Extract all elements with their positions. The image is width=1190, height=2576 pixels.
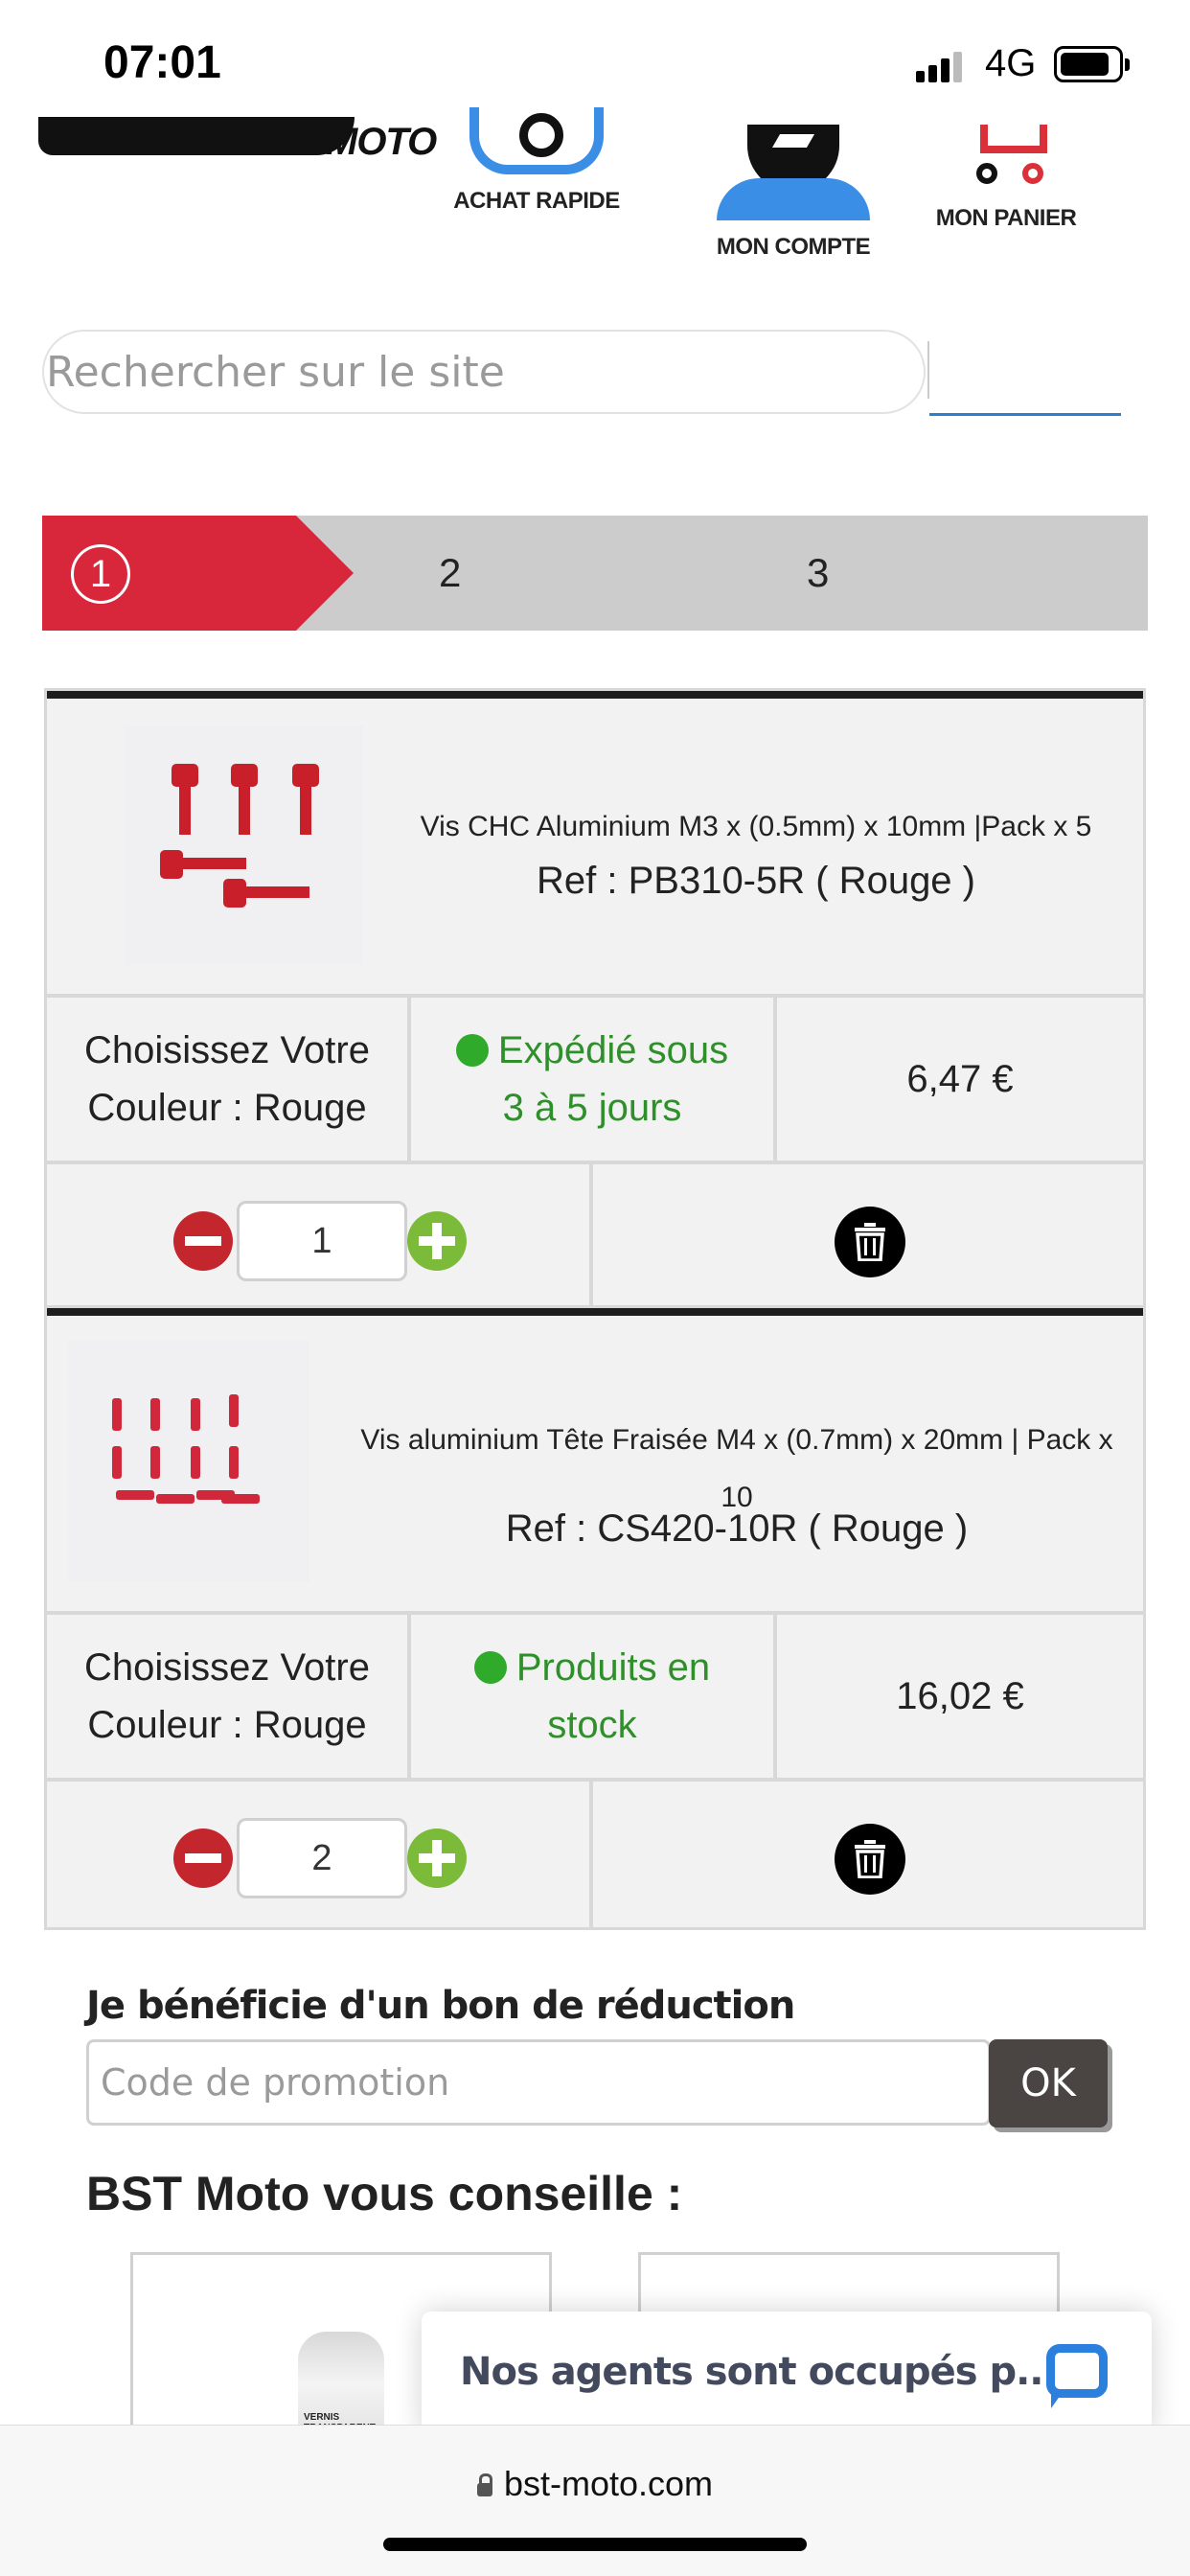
delete-item-button[interactable] [835, 1824, 905, 1895]
nav-quick-buy[interactable]: ACHAT RAPIDE [450, 107, 623, 215]
signal-icon [916, 50, 966, 82]
availability-line2: stock [547, 1704, 637, 1746]
recommendations-title: BST Moto vous conseille : [86, 2167, 683, 2220]
status-bar: 07:01 4G [0, 0, 1190, 125]
status-dot-icon [455, 1034, 489, 1067]
availability-line1: Produits en [515, 1646, 711, 1689]
battery-icon [1054, 46, 1130, 82]
search-button[interactable] [929, 345, 1121, 416]
nav-cart[interactable]: MON PANIER [920, 125, 1092, 232]
checkout-steps: 1 2 3 [42, 516, 1148, 631]
color-cell: Choisissez Votre Couleur : Rouge [47, 998, 411, 1164]
promo-title: Je bénéficie d'un bon de réduction [86, 1984, 795, 2028]
search-input[interactable] [42, 330, 926, 414]
status-time: 07:01 [103, 37, 221, 88]
color-label: Choisissez Votre [84, 1646, 370, 1689]
nav-account[interactable]: MON COMPTE [707, 125, 880, 261]
cart-item-header: Vis CHC Aluminium M3 x (0.5mm) x 10mm |P… [47, 699, 1143, 998]
browser-url-bar[interactable]: bst-moto.com [0, 2425, 1190, 2576]
decrease-quantity-button[interactable] [173, 1211, 233, 1271]
color-label: Choisissez Votre [84, 1029, 370, 1071]
availability-cell: Expédié sous 3 à 5 jours [411, 998, 777, 1164]
increase-quantity-button[interactable] [407, 1828, 467, 1888]
price-cell: 6,47 € [777, 998, 1143, 1164]
chat-status-text: Nos agents sont occupés p... [460, 2350, 1058, 2394]
color-value: Couleur : Rouge [87, 1087, 367, 1129]
quantity-input[interactable] [237, 1201, 407, 1281]
promo-code-input[interactable] [86, 2039, 991, 2126]
step-3[interactable]: 3 [807, 550, 829, 596]
trash-icon [855, 1840, 885, 1878]
cart-icon [953, 125, 1059, 192]
product-image[interactable] [68, 1341, 309, 1582]
availability-line2: 3 à 5 jours [502, 1087, 682, 1129]
product-title-line1: Vis aluminium Tête Fraisée M4 x (0.7mm) … [360, 1424, 1113, 1456]
product-ref: Ref : PB310-5R ( Rouge ) [537, 860, 975, 902]
network-type: 4G [985, 42, 1037, 84]
price: 16,02 € [896, 1675, 1024, 1717]
delete-item-button[interactable] [835, 1207, 905, 1277]
product-title[interactable]: Vis CHC Aluminium M3 x (0.5mm) x 10mm |P… [373, 798, 1139, 856]
account-icon [717, 125, 870, 220]
product-image[interactable] [124, 725, 363, 965]
color-cell: Choisissez Votre Couleur : Rouge [47, 1615, 411, 1782]
increase-quantity-button[interactable] [407, 1211, 467, 1271]
quantity-row [47, 1782, 1143, 1927]
quantity-row [47, 1164, 1143, 1310]
url-text: bst-moto.com [503, 2464, 714, 2503]
promo-ok-button[interactable]: OK [989, 2039, 1108, 2128]
availability-cell: Produits en stock [411, 1615, 777, 1782]
cart-item: Vis aluminium Tête Fraisée M4 x (0.7mm) … [44, 1305, 1146, 1930]
quantity-input[interactable] [237, 1818, 407, 1898]
nav-account-label: MON COMPTE [716, 234, 871, 260]
price: 6,47 € [906, 1058, 1014, 1100]
nav-cart-label: MON PANIER [935, 205, 1077, 231]
cart-item: Vis CHC Aluminium M3 x (0.5mm) x 10mm |P… [44, 688, 1146, 1317]
nav-quick-buy-label: ACHAT RAPIDE [453, 188, 620, 214]
trash-icon [855, 1223, 885, 1261]
color-value: Couleur : Rouge [87, 1704, 367, 1746]
product-ref: Ref : CS420-10R ( Rouge ) [505, 1507, 969, 1550]
step-2[interactable]: 2 [439, 550, 461, 596]
cart-item-header: Vis aluminium Tête Fraisée M4 x (0.7mm) … [47, 1316, 1143, 1615]
status-dot-icon [473, 1651, 507, 1684]
chat-widget[interactable]: Nos agents sont occupés p... [422, 2312, 1152, 2434]
chat-bubble-icon[interactable] [1046, 2344, 1108, 2408]
availability-line1: Expédié sous [497, 1029, 729, 1071]
lock-icon [476, 2473, 492, 2496]
price-cell: 16,02 € [777, 1615, 1143, 1782]
home-indicator[interactable] [383, 2538, 807, 2551]
decrease-quantity-button[interactable] [173, 1828, 233, 1888]
quick-buy-icon [469, 107, 604, 174]
logo-text: MOTO [326, 121, 437, 163]
logo-shape [38, 117, 355, 155]
step-1[interactable]: 1 [71, 544, 130, 604]
